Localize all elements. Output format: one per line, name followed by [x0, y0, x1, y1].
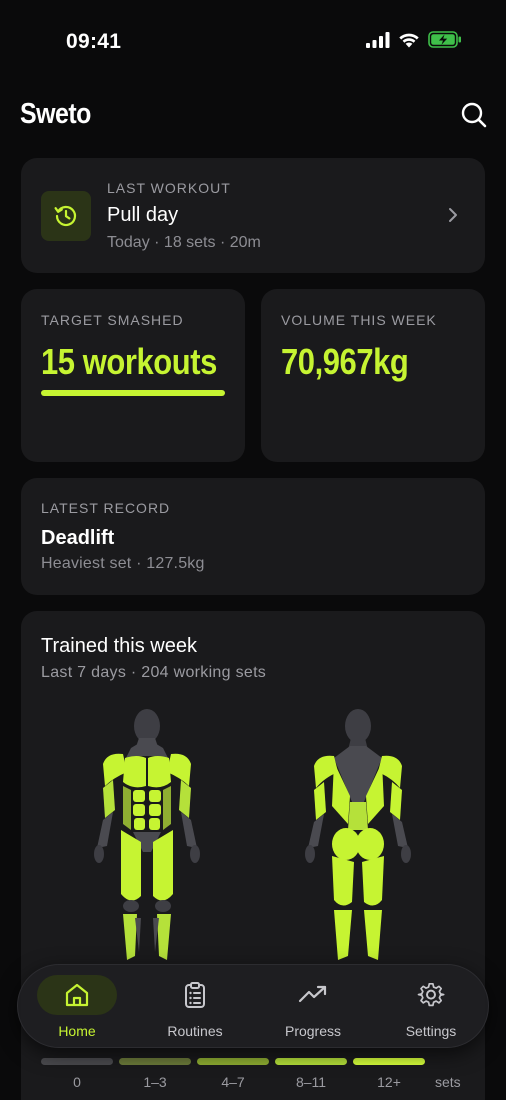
latest-record-card[interactable]: LATEST RECORD Deadlift Heaviest set · 12… — [21, 478, 485, 595]
search-button[interactable] — [458, 99, 490, 131]
trained-meta: Last 7 days · 204 working sets — [41, 664, 267, 681]
battery-charging-icon — [428, 31, 461, 48]
tab-progress[interactable]: Progress — [254, 965, 372, 1049]
legend-bar-2 — [197, 1058, 269, 1065]
tab-home-label: Home — [58, 1023, 96, 1039]
legend-bar-3 — [275, 1058, 347, 1065]
legend-label-2: 4–7 — [221, 1074, 245, 1090]
volume-label: VOLUME THIS WEEK — [281, 312, 437, 328]
legend-label-0: 0 — [73, 1074, 81, 1090]
wifi-icon — [399, 33, 419, 47]
trained-title: Trained this week — [41, 635, 197, 657]
legend-bar-1 — [119, 1058, 191, 1065]
legend-label-3: 8–11 — [295, 1074, 327, 1090]
latest-record-meta: Heaviest set · 127.5kg — [41, 555, 205, 572]
last-workout-label: LAST WORKOUT — [107, 180, 231, 196]
tab-home-icon-wrap — [37, 975, 117, 1015]
tab-settings-label: Settings — [405, 1023, 457, 1039]
status-icons — [366, 31, 462, 48]
legend-bar-0 — [41, 1058, 113, 1065]
tab-progress-icon-wrap — [273, 975, 353, 1015]
history-icon — [54, 205, 77, 227]
home-icon — [65, 983, 89, 1007]
volume-value: 70,967kg — [281, 341, 409, 382]
tab-home[interactable]: Home — [18, 965, 136, 1049]
tab-settings-icon-wrap — [391, 975, 471, 1015]
body-front — [94, 709, 200, 960]
sets-legend: 0 1–3 4–7 8–11 12+ sets — [41, 1058, 481, 1094]
chevron-right-icon — [449, 208, 457, 222]
target-smashed-value: 15 workouts — [41, 341, 217, 382]
legend-bar-4 — [353, 1058, 425, 1065]
latest-record-title: Deadlift — [41, 527, 115, 549]
volume-card[interactable]: VOLUME THIS WEEK 70,967kg — [261, 289, 485, 462]
tab-routines[interactable]: Routines — [136, 965, 254, 1049]
muscle-body-map — [94, 709, 411, 960]
legend-label-1: 1–3 — [143, 1074, 167, 1090]
status-time: 09:41 — [66, 30, 122, 53]
status-bar: 09:41 — [0, 0, 506, 80]
gear-icon — [417, 982, 445, 1007]
trend-up-icon — [298, 985, 327, 1003]
legend-label-4: 12+ — [377, 1074, 401, 1090]
tab-settings[interactable]: Settings — [372, 965, 490, 1049]
last-workout-title: Pull day — [107, 204, 179, 226]
target-underline — [41, 390, 225, 396]
target-smashed-label: TARGET SMASHED — [41, 312, 184, 328]
target-smashed-card[interactable]: TARGET SMASHED 15 workouts — [21, 289, 245, 462]
app-header: Sweto — [0, 92, 506, 140]
tab-routines-icon-wrap — [155, 975, 235, 1015]
clipboard-list-icon — [185, 982, 205, 1008]
tab-routines-label: Routines — [167, 1023, 223, 1039]
app-title: Sweto — [20, 98, 91, 130]
latest-record-label: LATEST RECORD — [41, 500, 171, 516]
last-workout-card[interactable]: LAST WORKOUT Pull day Today · 18 sets · … — [21, 158, 485, 273]
body-back — [305, 709, 411, 960]
last-workout-meta: Today · 18 sets · 20m — [107, 234, 261, 251]
search-icon — [461, 102, 487, 128]
signal-icon — [366, 31, 390, 48]
legend-unit: sets — [435, 1074, 461, 1090]
tab-bar: Home Routines Progress Settings — [17, 964, 489, 1048]
history-icon-badge — [41, 191, 91, 241]
tab-progress-label: Progress — [284, 1023, 342, 1039]
